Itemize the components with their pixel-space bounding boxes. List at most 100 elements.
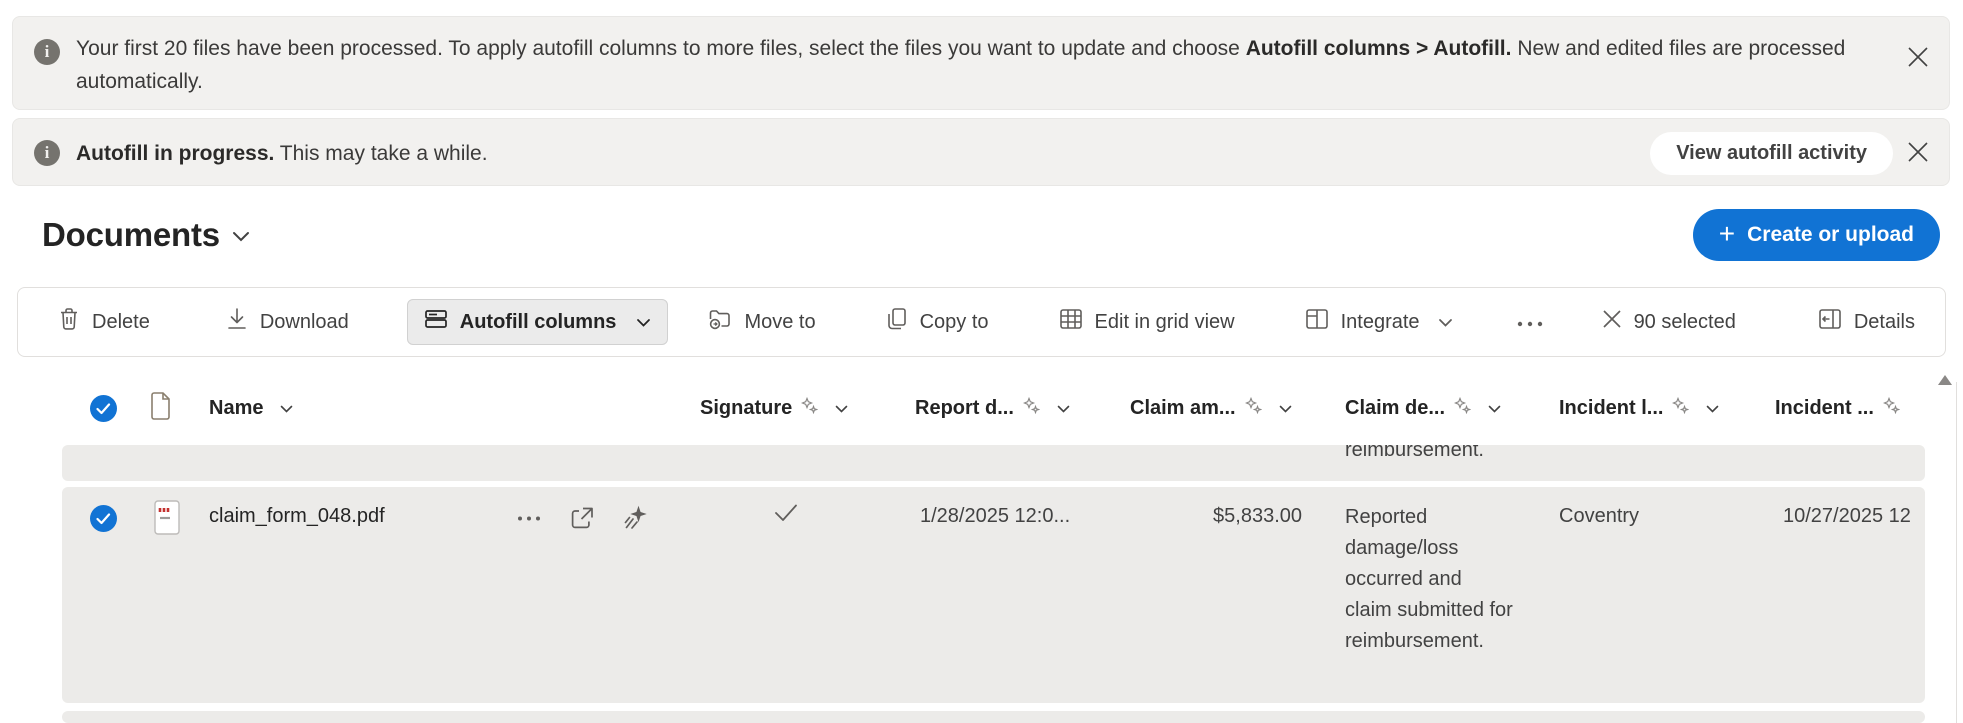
details-pane-icon: [1818, 308, 1842, 336]
grid-icon: [1059, 308, 1083, 336]
column-label: Incident l...: [1559, 397, 1664, 419]
download-button[interactable]: Download: [216, 299, 359, 345]
close-icon[interactable]: [1901, 135, 1935, 169]
create-or-upload-button[interactable]: + Create or upload: [1692, 209, 1940, 261]
table-header-row: Name Signature Report d... Claim am... C…: [0, 376, 1925, 441]
folder-move-icon: [708, 307, 732, 337]
copy-to-button[interactable]: Copy to: [876, 299, 999, 345]
column-label: Name: [209, 397, 264, 419]
document-icon: [149, 391, 172, 426]
scroll-up-icon: [1938, 375, 1952, 385]
more-actions-icon[interactable]: [517, 515, 541, 522]
selected-count-label: 90 selected: [1633, 310, 1736, 333]
autofill-sparkle-icon: [1022, 396, 1041, 420]
page-title[interactable]: Documents: [42, 216, 220, 254]
more-commands-button[interactable]: [1507, 299, 1553, 345]
column-label: Claim am...: [1130, 397, 1236, 419]
column-label: Incident ...: [1775, 397, 1874, 419]
autofill-columns-label: Autofill columns: [459, 310, 617, 333]
integrate-label: Integrate: [1340, 310, 1420, 333]
incident-location-cell: Coventry: [1559, 505, 1640, 527]
chevron-down-icon: [280, 397, 293, 420]
chevron-down-icon: [1279, 397, 1292, 420]
checkbox-checked-icon: [90, 395, 117, 422]
move-to-label: Move to: [744, 310, 816, 333]
trash-icon: [58, 307, 80, 337]
command-toolbar: Delete Download Autofill columns Move to…: [17, 287, 1946, 357]
document-library-page: i Your first 20 files have been processe…: [0, 0, 1963, 723]
view-autofill-activity-button[interactable]: View autofill activity: [1650, 132, 1893, 175]
autofill-progress-banner: i Autofill in progress. This may take a …: [12, 118, 1950, 186]
ellipsis-icon: [1517, 311, 1543, 334]
vertical-scrollbar[interactable]: [1937, 370, 1957, 723]
share-icon[interactable]: [569, 505, 595, 531]
row-checkbox[interactable]: [90, 505, 117, 532]
delete-label: Delete: [92, 310, 150, 333]
info-icon: i: [34, 140, 60, 166]
autofill-processed-banner: i Your first 20 files have been processe…: [12, 16, 1950, 110]
chevron-down-icon: [1057, 397, 1070, 420]
download-icon: [226, 307, 248, 337]
integrate-icon: [1305, 308, 1329, 336]
pdf-file-icon: [152, 499, 182, 543]
clear-selection-button[interactable]: 90 selected: [1592, 299, 1746, 345]
table-row-partial[interactable]: reimbursement.: [62, 445, 1925, 481]
delete-button[interactable]: Delete: [48, 299, 160, 345]
column-header-name[interactable]: Name: [209, 376, 293, 441]
plus-icon: +: [1718, 218, 1736, 249]
column-label: Signature: [700, 397, 793, 419]
column-header-report-date[interactable]: Report d...: [915, 376, 1070, 441]
signature-check-cell: [774, 503, 798, 529]
download-label: Download: [259, 310, 349, 333]
file-type-column-header[interactable]: [149, 376, 172, 441]
chevron-down-icon[interactable]: [232, 230, 250, 248]
column-label: Claim de...: [1345, 397, 1446, 419]
message-bold-text: Autofill in progress.: [76, 142, 275, 165]
panel-edge-divider: [1956, 382, 1957, 723]
chevron-down-icon: [835, 397, 848, 420]
copy-icon: [886, 307, 908, 337]
library-title-row: Documents: [42, 210, 250, 260]
column-header-incident-location[interactable]: Incident l...: [1559, 376, 1719, 441]
message-text: Your first 20 files have been processed.…: [76, 37, 1246, 60]
chevron-down-icon: [1438, 311, 1453, 334]
integrate-button[interactable]: Integrate: [1295, 299, 1463, 345]
table-row[interactable]: claim_form_048.pdf 1/28/2025 12:0... $5,…: [62, 487, 1925, 703]
message-bold-text: Autofill columns > Autofill.: [1245, 37, 1512, 60]
checkbox-checked-icon: [90, 505, 117, 532]
message-text: This may take a while.: [274, 142, 488, 165]
row-hover-actions: [517, 505, 649, 531]
autofill-sparkle-icon: [1453, 396, 1472, 420]
autofill-run-icon[interactable]: [623, 505, 649, 531]
claim-description-cell: Reported damage/loss occurred and claim …: [1345, 506, 1513, 652]
close-icon[interactable]: [1901, 40, 1935, 74]
details-button[interactable]: Details: [1808, 299, 1925, 345]
edit-in-grid-view-button[interactable]: Edit in grid view: [1049, 299, 1245, 345]
move-to-button[interactable]: Move to: [698, 299, 825, 345]
column-header-signature[interactable]: Signature: [700, 376, 848, 441]
select-all-checkbox[interactable]: [90, 376, 117, 441]
chevron-down-icon: [1488, 397, 1501, 420]
column-header-incident-date[interactable]: Incident ...: [1775, 376, 1901, 441]
claim-description-cell: reimbursement.: [1345, 445, 1484, 461]
edit-in-grid-view-label: Edit in grid view: [1094, 310, 1235, 333]
file-name-link[interactable]: claim_form_048.pdf: [209, 505, 385, 528]
autofill-columns-icon: [424, 308, 448, 336]
autofill-sparkle-icon: [1672, 396, 1690, 420]
claim-amount-cell: $5,833.00: [1213, 505, 1302, 527]
autofill-columns-button[interactable]: Autofill columns: [406, 299, 669, 345]
autofill-sparkle-icon: [1882, 396, 1901, 420]
copy-to-label: Copy to: [919, 310, 989, 333]
incident-date-cell: 10/27/2025 12: [1783, 505, 1911, 527]
column-header-claim-amount[interactable]: Claim am...: [1130, 376, 1292, 441]
autofill-progress-message: Autofill in progress. This may take a wh…: [76, 137, 1576, 170]
table-row-partial[interactable]: [62, 711, 1925, 723]
column-label: Report d...: [915, 397, 1014, 419]
autofill-processed-message: Your first 20 files have been processed.…: [76, 32, 1876, 98]
clear-x-icon: [1602, 309, 1622, 335]
chevron-down-icon: [636, 311, 651, 334]
column-header-claim-description[interactable]: Claim de...: [1345, 376, 1501, 441]
info-icon: i: [34, 39, 60, 65]
details-label: Details: [1853, 310, 1915, 333]
autofill-sparkle-icon: [801, 396, 819, 420]
